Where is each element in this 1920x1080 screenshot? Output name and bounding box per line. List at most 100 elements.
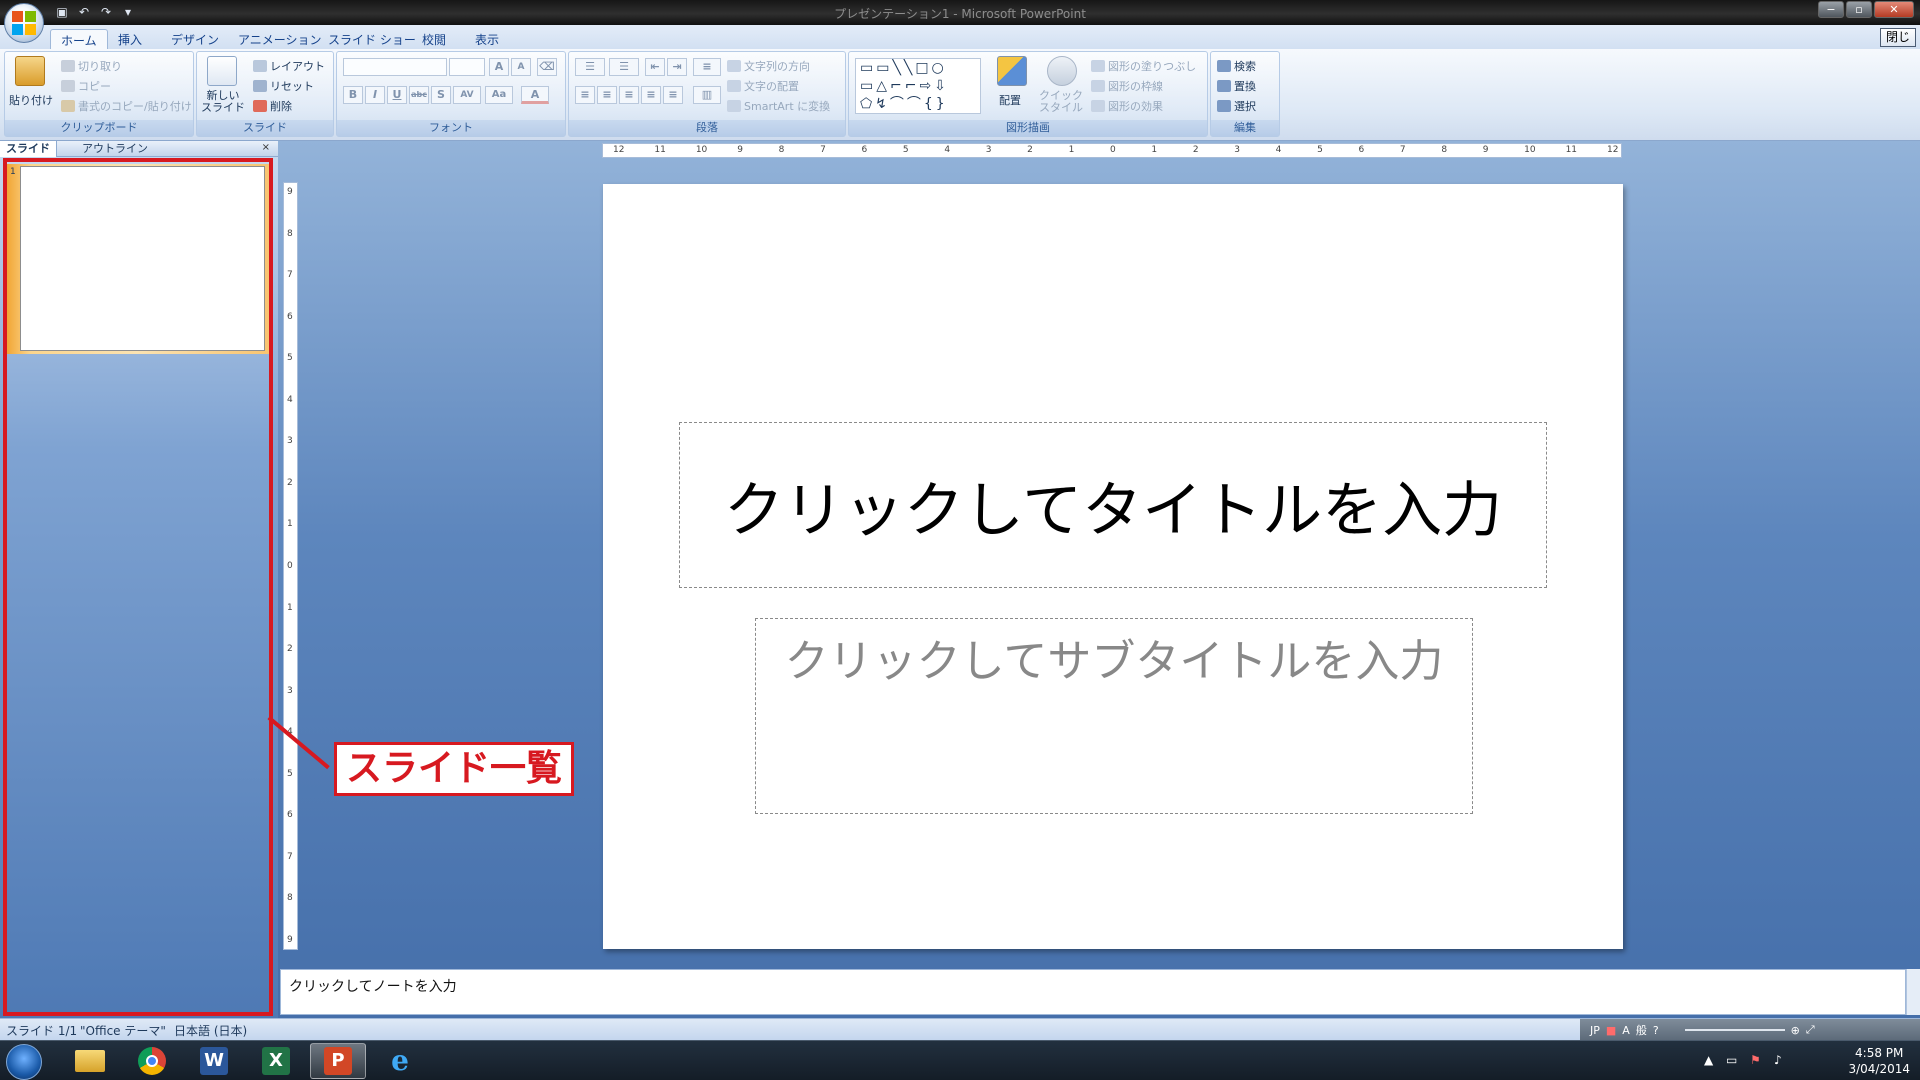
word-icon[interactable]: W <box>186 1043 242 1079</box>
paste-icon[interactable] <box>15 56 45 86</box>
shapes-gallery[interactable]: ▭▭╲╲□○ ▭△⌐⌐⇨⇩ ⬠↯⌒⌒{} <box>855 58 981 114</box>
line-spacing-icon[interactable]: ≡ <box>693 58 721 76</box>
smartart-button[interactable]: SmartArt に変換 <box>727 98 830 114</box>
conversion-mode-icon[interactable]: 般 <box>1636 1022 1647 1038</box>
close-window-button[interactable]: ✕ <box>1874 1 1914 18</box>
slide-panel-tabs: スライド アウトライン × <box>0 141 278 157</box>
shrink-font-button[interactable]: A <box>511 58 531 76</box>
format-painter-button[interactable]: 書式のコピー/貼り付け <box>61 98 192 114</box>
theme-status: "Office テーマ" <box>80 1024 166 1038</box>
justify-icon[interactable]: ≡ <box>641 86 661 104</box>
notes-scrollbar[interactable] <box>1906 969 1920 1015</box>
volume-icon[interactable]: ♪ <box>1774 1053 1782 1067</box>
shape-effects-button[interactable]: 図形の効果 <box>1091 98 1163 114</box>
tab-slideshow[interactable]: スライド ショー <box>318 29 426 49</box>
bold-button[interactable]: B <box>343 86 363 104</box>
tab-view[interactable]: 表示 <box>465 29 509 49</box>
underline-button[interactable]: U <box>387 86 407 104</box>
distributed-icon[interactable]: ≡ <box>663 86 683 104</box>
bullets-icon[interactable]: ☰ <box>575 58 605 76</box>
tab-outline[interactable]: アウトライン <box>76 141 154 157</box>
maximize-button[interactable]: ▫ <box>1846 1 1872 18</box>
ruler-tick-label: 1 <box>1068 145 1075 155</box>
shape-fill-button[interactable]: 図形の塗りつぶし <box>1091 58 1196 74</box>
layout-button[interactable]: レイアウト <box>253 58 325 74</box>
ime-pad-icon[interactable]: ■ <box>1606 1024 1616 1037</box>
show-hidden-icons-icon[interactable]: ▲ <box>1704 1053 1713 1067</box>
tab-home[interactable]: ホーム <box>50 29 108 49</box>
ribbon: 貼り付け 切り取り コピー 書式のコピー/貼り付け クリップボード 新しい スラ… <box>0 49 1920 141</box>
new-slide-icon[interactable] <box>207 56 237 86</box>
zoom-in-icon[interactable]: ⊕ <box>1791 1024 1800 1037</box>
clear-format-icon[interactable]: ⌫ <box>537 58 557 76</box>
increase-indent-icon[interactable]: ⇥ <box>667 58 687 76</box>
align-text-button[interactable]: 文字の配置 <box>727 78 799 94</box>
language-status[interactable]: 日本語 (日本) <box>174 1022 247 1039</box>
replace-button[interactable]: 置換 <box>1217 78 1256 94</box>
font-color-button[interactable]: A <box>521 86 549 104</box>
zoom-slider[interactable] <box>1684 1029 1785 1031</box>
delete-slide-button[interactable]: 削除 <box>253 98 292 114</box>
paste-button[interactable]: 貼り付け <box>9 92 53 108</box>
ruler-tick-label: 1 <box>287 602 293 613</box>
reset-button[interactable]: リセット <box>253 78 314 94</box>
excel-icon[interactable]: X <box>248 1043 304 1079</box>
new-slide-button[interactable]: 新しい スライド <box>201 90 245 114</box>
font-size-combo[interactable] <box>449 58 485 76</box>
ruler-tick-label: 12 <box>613 145 625 155</box>
subtitle-placeholder[interactable]: クリックしてサブタイトルを入力 <box>755 618 1473 814</box>
tab-design[interactable]: デザイン <box>161 29 229 49</box>
shape-outline-button[interactable]: 図形の枠線 <box>1091 78 1163 94</box>
font-name-combo[interactable] <box>343 58 447 76</box>
text-direction-button[interactable]: 文字列の方向 <box>727 58 810 74</box>
grow-font-button[interactable]: A <box>489 58 509 76</box>
italic-button[interactable]: I <box>365 86 385 104</box>
close-tooltip-button[interactable]: 閉じる <box>1880 28 1916 61</box>
decrease-indent-icon[interactable]: ⇤ <box>645 58 665 76</box>
ime-indicator[interactable]: JP <box>1590 1024 1600 1037</box>
copy-button[interactable]: コピー <box>61 78 111 94</box>
align-center-icon[interactable]: ≡ <box>597 86 617 104</box>
align-right-icon[interactable]: ≡ <box>619 86 639 104</box>
arrange-button[interactable]: 配置 <box>999 92 1021 108</box>
office-button[interactable] <box>4 3 44 43</box>
ruler-tick-label: 6 <box>287 311 293 322</box>
change-case-button[interactable]: Aa <box>485 86 513 104</box>
network-icon[interactable]: ▭ <box>1726 1053 1737 1067</box>
tab-insert[interactable]: 挿入 <box>108 29 152 49</box>
quick-styles-button[interactable]: クイック スタイル <box>1039 90 1083 114</box>
explorer-icon[interactable] <box>62 1043 118 1079</box>
slide-canvas[interactable]: クリックしてタイトルを入力 クリックしてサブタイトルを入力 <box>603 184 1623 949</box>
find-button[interactable]: 検索 <box>1217 58 1256 74</box>
tab-slides[interactable]: スライド <box>0 141 57 157</box>
chrome-icon[interactable] <box>124 1043 180 1079</box>
action-center-icon[interactable]: ⚑ <box>1750 1053 1761 1067</box>
shadow-button[interactable]: S <box>431 86 451 104</box>
tab-review[interactable]: 校閲 <box>412 29 456 49</box>
strikethrough-button[interactable]: abc <box>409 86 429 104</box>
tab-animations[interactable]: アニメーション <box>228 29 332 49</box>
align-left-icon[interactable]: ≡ <box>575 86 595 104</box>
ruler-tick-label: 10 <box>1524 145 1536 155</box>
ruler-tick-label: 3 <box>1234 145 1240 155</box>
clock[interactable]: 4:58 PM 3/04/2014 <box>1848 1045 1910 1077</box>
minimize-button[interactable]: − <box>1818 1 1844 18</box>
start-button[interactable] <box>6 1044 42 1080</box>
powerpoint-icon[interactable]: P <box>310 1043 366 1079</box>
ie-icon[interactable]: e <box>372 1043 428 1079</box>
columns-icon[interactable]: ▥ <box>693 86 721 104</box>
shape-effects-label: 図形の効果 <box>1108 100 1163 113</box>
quick-styles-icon[interactable] <box>1047 56 1077 86</box>
char-spacing-button[interactable]: AV <box>453 86 481 104</box>
title-placeholder[interactable]: クリックしてタイトルを入力 <box>679 422 1547 588</box>
ruler-tick-label: 1 <box>287 519 293 530</box>
cut-button[interactable]: 切り取り <box>61 58 122 74</box>
arrange-icon[interactable] <box>997 56 1027 86</box>
fit-window-icon[interactable]: ⤢ <box>1806 1023 1815 1037</box>
notes-pane[interactable]: クリックしてノートを入力 <box>280 969 1906 1015</box>
select-button[interactable]: 選択 <box>1217 98 1256 114</box>
help-icon[interactable]: ? <box>1653 1024 1659 1037</box>
numbering-icon[interactable]: ☰ <box>609 58 639 76</box>
close-icon[interactable]: × <box>262 142 270 153</box>
input-mode-icon[interactable]: A <box>1622 1024 1630 1037</box>
